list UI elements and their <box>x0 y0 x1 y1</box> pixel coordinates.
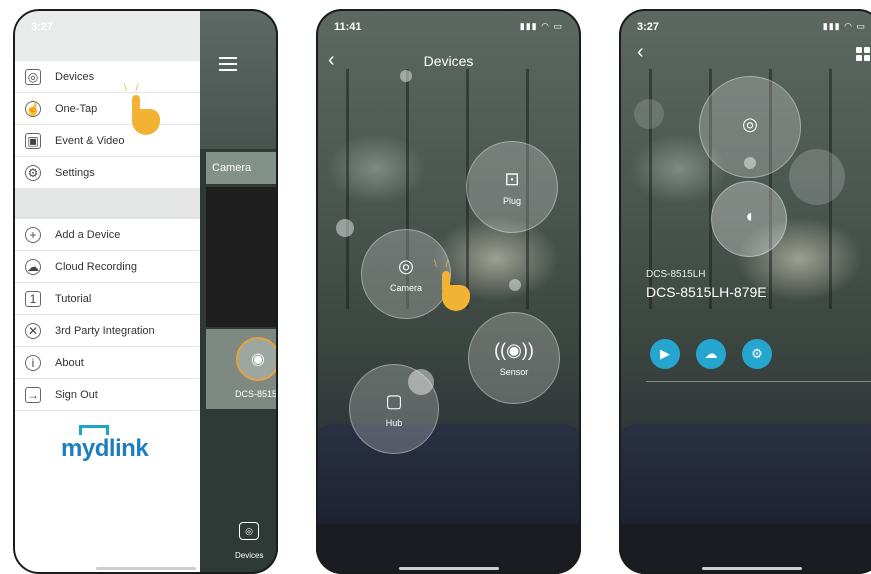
side-menu: 3:27 ◎ Devices ☝ One-Tap ▣ Event & Video ⚙ S… <box>13 9 200 574</box>
menu-item-devices[interactable]: ◎ Devices <box>13 61 200 93</box>
menu-item-label: About <box>55 356 84 369</box>
page-title: Devices <box>423 53 474 69</box>
handshake-icon: ✕ <box>25 322 41 339</box>
cloud-button[interactable]: ☁ <box>696 339 726 369</box>
camera-icon: ◎ <box>398 255 414 276</box>
selected-device-bubble[interactable]: ◖ <box>711 181 787 257</box>
menu-item-sign-out[interactable]: → Sign Out <box>13 379 200 411</box>
info-icon: i <box>25 354 41 371</box>
plus-circle-icon: + <box>25 226 41 243</box>
decorative-dot <box>400 70 412 82</box>
logo-text: mydlink <box>61 435 149 462</box>
hamburger-menu-icon[interactable] <box>219 57 237 71</box>
bubble-label: Sensor <box>499 366 529 377</box>
menu-item-cloud-recording[interactable]: ☁ Cloud Recording <box>13 251 200 283</box>
decorative-dot <box>336 219 354 237</box>
hub-bubble[interactable]: ▢ Hub <box>349 364 439 454</box>
bubble-label: Camera <box>389 282 422 293</box>
one-tap-icon: ☝ <box>25 100 41 117</box>
tutorial-icon: 1 <box>25 290 41 307</box>
devices-icon: ◎ <box>25 68 41 85</box>
cloud-icon: ☁ <box>704 346 718 361</box>
menu-item-label: Sign Out <box>55 388 98 401</box>
menu-item-3rd-party[interactable]: ✕ 3rd Party Integration <box>13 315 200 347</box>
plug-bubble[interactable]: ⊡ Plug <box>466 141 558 233</box>
camera-tab[interactable]: Camera <box>206 152 278 184</box>
menu-item-about[interactable]: i About <box>13 347 200 379</box>
menu-item-label: One-Tap <box>55 102 98 115</box>
home-indicator <box>95 567 196 570</box>
bubble-label: Hub <box>385 417 403 428</box>
menu-item-label: Settings <box>55 166 95 179</box>
camera-device-icon[interactable]: ◉ <box>236 337 278 381</box>
phone-devices-screen: 11:41 ▮▮▮ ◠ ▭ ‹ Devices ⊡ Plug ◎ Camera … <box>316 9 581 574</box>
device-model: DCS-8515LH <box>646 269 706 280</box>
menu-item-label: Event & Video <box>55 134 125 147</box>
phone-menu-screen: Camera ◉ DCS-8515 ◎ Devices 3:27 ◎ Device… <box>13 9 278 574</box>
menu-item-tutorial[interactable]: 1 Tutorial <box>13 283 200 315</box>
menu-item-label: Tutorial <box>55 292 92 305</box>
menu-item-add-device[interactable]: + Add a Device <box>13 219 200 251</box>
decorative-dot <box>634 99 664 129</box>
device-card-label: DCS-8515 <box>235 389 278 399</box>
settings-button[interactable]: ⚙ <box>742 339 772 369</box>
tap-hand-icon: \ / <box>434 259 470 311</box>
decorative-dot <box>789 149 845 205</box>
background-header <box>200 9 278 149</box>
decorative-dot <box>744 157 756 169</box>
divider <box>646 381 871 382</box>
menu-item-event-video[interactable]: ▣ Event & Video <box>13 125 200 157</box>
devices-tab-icon[interactable]: ◎ <box>239 522 259 540</box>
menu-item-label: Add a Device <box>55 228 121 241</box>
plug-icon: ⊡ <box>504 168 520 189</box>
video-button[interactable]: ▶ <box>650 339 680 369</box>
gear-icon: ⚙ <box>25 164 41 181</box>
bubble-label: Plug <box>502 195 521 206</box>
home-indicator <box>701 567 802 570</box>
event-video-icon: ▣ <box>25 132 41 149</box>
camera-preview <box>206 187 278 327</box>
camera-icon: ◎ <box>742 113 758 134</box>
status-icons: ▮▮▮ ◠ ▭ <box>519 21 563 31</box>
menu-item-label: 3rd Party Integration <box>55 324 155 337</box>
devices-tab-label[interactable]: Devices <box>235 551 263 560</box>
tap-hand-icon: \ / <box>124 83 160 135</box>
status-icons: ▮▮▮ ◠ ▭ <box>822 21 866 31</box>
status-time: 11:41 <box>334 21 362 33</box>
home-indicator <box>398 567 499 570</box>
sensor-icon: ((◉)) <box>494 339 534 360</box>
menu-header: 3:27 <box>13 9 200 61</box>
sensor-bubble[interactable]: ((◉)) Sensor <box>468 312 560 404</box>
sign-out-icon: → <box>25 386 41 403</box>
gear-icon: ⚙ <box>751 346 763 361</box>
tap-rays-icon: \ / <box>434 259 452 270</box>
status-time: 3:27 <box>31 21 54 33</box>
hub-icon: ▢ <box>385 390 403 411</box>
cloud-icon: ☁ <box>25 258 41 275</box>
mydlink-logo: mydlink <box>61 425 149 463</box>
back-chevron-icon[interactable]: ‹ <box>637 41 644 64</box>
menu-item-label: Cloud Recording <box>55 260 137 273</box>
grid-view-icon[interactable] <box>856 47 870 61</box>
camera-device-icon: ◖ <box>743 205 755 226</box>
logo-roof-icon <box>79 425 109 435</box>
menu-item-one-tap[interactable]: ☝ One-Tap <box>13 93 200 125</box>
device-name: DCS-8515LH-879E <box>646 284 767 300</box>
phone-device-detail-screen: 3:27 ▮▮▮ ◠ ▭ ‹ ◎ ◖ DCS-8515LH DCS-8515LH… <box>619 9 871 574</box>
tap-rays-icon: \ / <box>124 83 142 94</box>
status-time: 3:27 <box>637 21 660 33</box>
decorative-dot <box>509 279 521 291</box>
menu-item-label: Devices <box>55 70 95 83</box>
menu-item-settings[interactable]: ⚙ Settings <box>13 157 200 189</box>
menu-divider <box>13 189 200 219</box>
video-icon: ▶ <box>660 346 670 361</box>
